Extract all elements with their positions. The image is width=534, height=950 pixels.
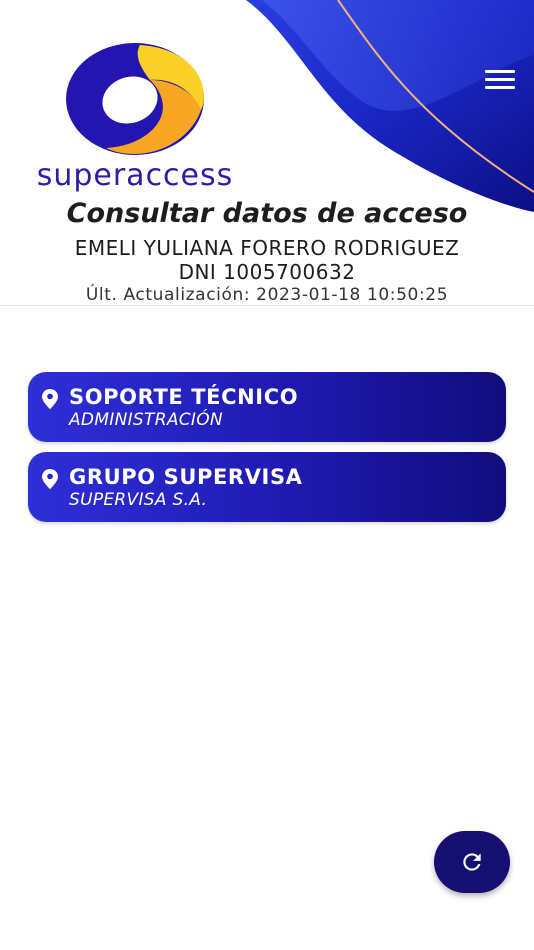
last-update-timestamp: Últ. Actualización: 2023-01-18 10:50:25 xyxy=(85,285,449,305)
user-dni: DNI 1005700632 xyxy=(178,260,356,284)
menu-button[interactable] xyxy=(480,62,520,98)
access-list: SOPORTE TÉCNICO ADMINISTRACIÓN GRUPO SUP… xyxy=(28,372,506,532)
access-card-subtitle: SUPERVISA S.A. xyxy=(69,490,208,510)
logo-wordmark: superaccess xyxy=(36,158,234,193)
header-divider xyxy=(0,305,534,306)
access-card-title: GRUPO SUPERVISA xyxy=(69,465,303,489)
access-card-subtitle: ADMINISTRACIÓN xyxy=(69,410,223,430)
refresh-icon xyxy=(463,853,481,871)
access-card-grupo-supervisa[interactable]: GRUPO SUPERVISA SUPERVISA S.A. xyxy=(28,452,506,522)
page-title: Consultar datos de acceso xyxy=(66,198,468,229)
superaccess-logo: superaccess xyxy=(20,42,250,192)
refresh-button[interactable] xyxy=(434,831,510,893)
location-pin-icon xyxy=(42,389,58,409)
hamburger-menu-icon xyxy=(485,70,515,89)
access-card-title: SOPORTE TÉCNICO xyxy=(69,385,299,409)
user-name: EMELI YULIANA FORERO RODRIGUEZ xyxy=(74,236,460,260)
access-card-soporte-tecnico[interactable]: SOPORTE TÉCNICO ADMINISTRACIÓN xyxy=(28,372,506,442)
user-info: Consultar datos de acceso EMELI YULIANA … xyxy=(0,196,534,306)
logo-mark xyxy=(66,43,204,155)
location-pin-icon xyxy=(42,469,58,489)
